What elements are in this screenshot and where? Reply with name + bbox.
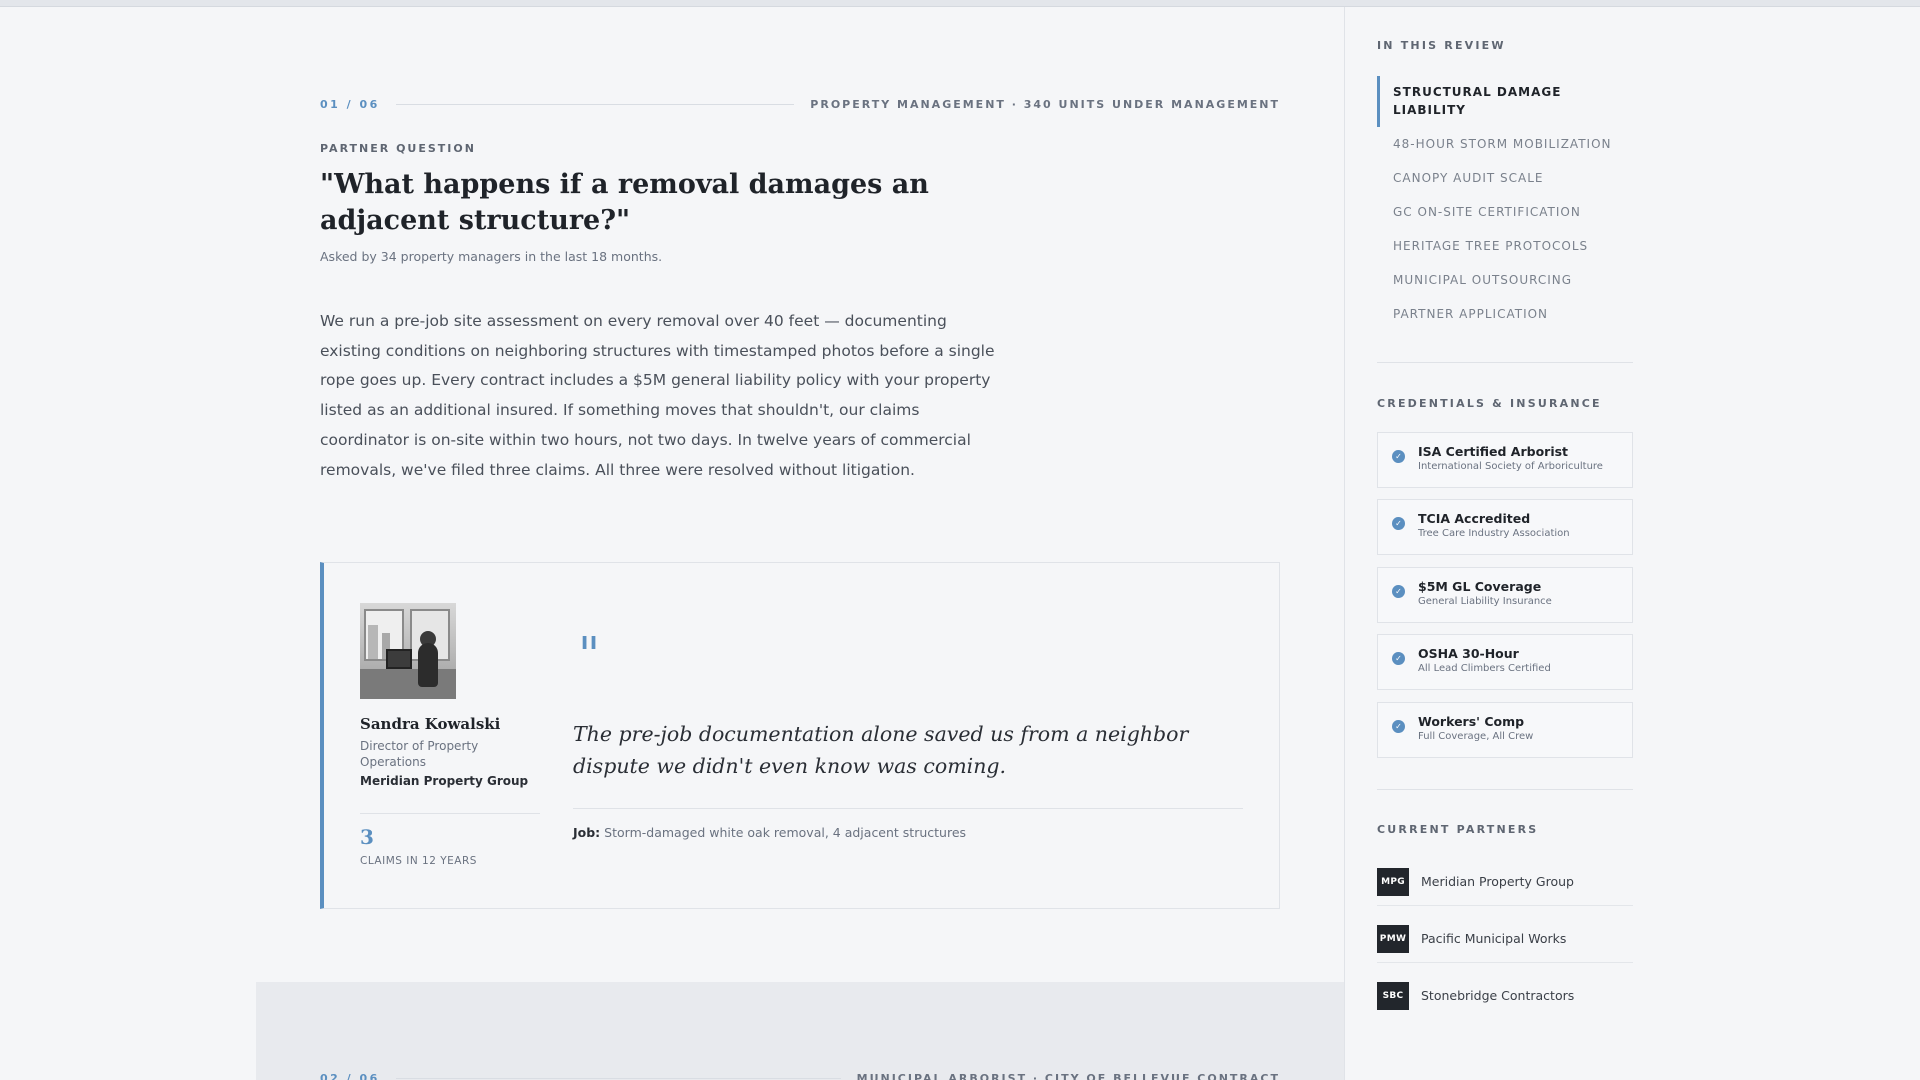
credential-title: Workers' Comp — [1418, 714, 1525, 729]
credentials-heading: CREDENTIALS & INSURANCE — [1377, 397, 1602, 410]
testimonial-quote: The pre-job documentation alone saved us… — [573, 722, 1189, 778]
toc-nav: STRUCTURAL DAMAGE LIABILITY 48-HOUR STOR… — [1377, 76, 1633, 331]
toc-item-heritage-tree[interactable]: HERITAGE TREE PROTOCOLS — [1377, 229, 1633, 263]
credential-card: ✓ TCIA Accredited Tree Care Industry Ass… — [1377, 499, 1633, 555]
check-circle-icon: ✓ — [1392, 450, 1405, 463]
partners-heading: CURRENT PARTNERS — [1377, 823, 1539, 836]
toc-item-structural-damage[interactable]: STRUCTURAL DAMAGE LIABILITY — [1377, 76, 1617, 127]
credential-subtitle: All Lead Climbers Certified — [1418, 663, 1551, 674]
partner-logo: SBC — [1377, 982, 1409, 1010]
credential-card: ✓ Workers' Comp Full Coverage, All Crew — [1377, 702, 1633, 758]
toc-item-storm-mobilization[interactable]: 48-HOUR STORM MOBILIZATION — [1377, 127, 1633, 161]
credential-subtitle: Tree Care Industry Association — [1418, 528, 1570, 539]
main-content: 01 / 06 PROPERTY MANAGEMENT · 340 UNITS … — [0, 7, 1344, 1080]
question-eyebrow: PARTNER QUESTION — [320, 142, 476, 155]
section-meta: 01 / 06 PROPERTY MANAGEMENT · 340 UNITS … — [320, 94, 1280, 114]
credential-subtitle: International Society of Arboriculture — [1418, 461, 1603, 472]
section-category-2: MUNICIPAL ARBORIST · CITY OF BELLEVUE CO… — [856, 1071, 1280, 1080]
section-meta-2: 02 / 06 MUNICIPAL ARBORIST · CITY OF BEL… — [320, 1068, 1280, 1080]
sidebar: IN THIS REVIEW STRUCTURAL DAMAGE LIABILI… — [1344, 7, 1920, 1080]
answer-body: We run a pre-job site assessment on ever… — [320, 312, 995, 479]
stat-divider — [360, 813, 540, 814]
check-circle-icon: ✓ — [1392, 585, 1405, 598]
sidebar-divider — [1377, 362, 1633, 363]
credential-title: $5M GL Coverage — [1418, 579, 1542, 594]
testimonial-org: Meridian Property Group — [360, 774, 529, 788]
check-circle-icon: ✓ — [1392, 720, 1405, 733]
check-circle-icon: ✓ — [1392, 652, 1405, 665]
toc-item-municipal-outsourcing[interactable]: MUNICIPAL OUTSOURCING — [1377, 263, 1633, 297]
quote-divider — [573, 808, 1243, 809]
partner-name: Pacific Municipal Works — [1421, 931, 1567, 946]
quote-mark-icon: " — [578, 627, 601, 683]
partner-name: Meridian Property Group — [1421, 874, 1574, 889]
credential-card: ✓ OSHA 30-Hour All Lead Climbers Certifi… — [1377, 634, 1633, 690]
credential-subtitle: General Liability Insurance — [1418, 596, 1552, 607]
meta-divider-2 — [395, 1077, 841, 1079]
testimonial-card: Sandra Kowalski Director of Property Ope… — [320, 562, 1280, 909]
toc-heading: IN THIS REVIEW — [1377, 39, 1506, 52]
claims-stat-value: 3 — [360, 825, 374, 849]
toc-item-gc-certification[interactable]: GC ON-SITE CERTIFICATION — [1377, 195, 1633, 229]
job-detail: Job: Storm-damaged white oak removal, 4 … — [573, 825, 966, 840]
claims-stat-label: CLAIMS IN 12 YEARS — [360, 855, 477, 867]
credential-card: ✓ ISA Certified Arborist International S… — [1377, 432, 1633, 488]
top-bar — [0, 0, 1920, 7]
partner-name: Stonebridge Contractors — [1421, 988, 1575, 1003]
credential-title: ISA Certified Arborist — [1418, 444, 1569, 459]
partner-item[interactable]: MPG Meridian Property Group — [1377, 858, 1633, 906]
partner-item[interactable]: PMW Pacific Municipal Works — [1377, 915, 1633, 963]
toc-item-canopy-audit[interactable]: CANOPY AUDIT SCALE — [1377, 161, 1633, 195]
testimonial-name: Sandra Kowalski — [360, 715, 501, 733]
check-circle-icon: ✓ — [1392, 517, 1405, 530]
meta-divider — [395, 103, 795, 105]
next-section-band — [256, 982, 1344, 1080]
section-counter-2: 02 / 06 — [320, 1071, 380, 1080]
job-text: Storm-damaged white oak removal, 4 adjac… — [604, 825, 967, 840]
avatar — [360, 603, 456, 699]
partner-logo: PMW — [1377, 925, 1409, 953]
testimonial-role: Director of Property Operations — [360, 739, 479, 769]
asked-count: Asked by 34 property managers in the las… — [320, 249, 663, 264]
partner-logo: MPG — [1377, 868, 1409, 896]
credential-title: OSHA 30-Hour — [1418, 646, 1519, 661]
toc-item-partner-application[interactable]: PARTNER APPLICATION — [1377, 297, 1633, 331]
question-heading: "What happens if a removal damages an ad… — [320, 169, 929, 236]
section-category: PROPERTY MANAGEMENT · 340 UNITS UNDER MA… — [810, 97, 1280, 111]
credential-subtitle: Full Coverage, All Crew — [1418, 731, 1534, 742]
job-label: Job: — [573, 825, 601, 840]
section-counter: 01 / 06 — [320, 97, 380, 111]
sidebar-divider-2 — [1377, 789, 1633, 790]
credential-card: ✓ $5M GL Coverage General Liability Insu… — [1377, 567, 1633, 623]
partner-item[interactable]: SBC Stonebridge Contractors — [1377, 972, 1633, 1020]
credential-title: TCIA Accredited — [1418, 511, 1531, 526]
